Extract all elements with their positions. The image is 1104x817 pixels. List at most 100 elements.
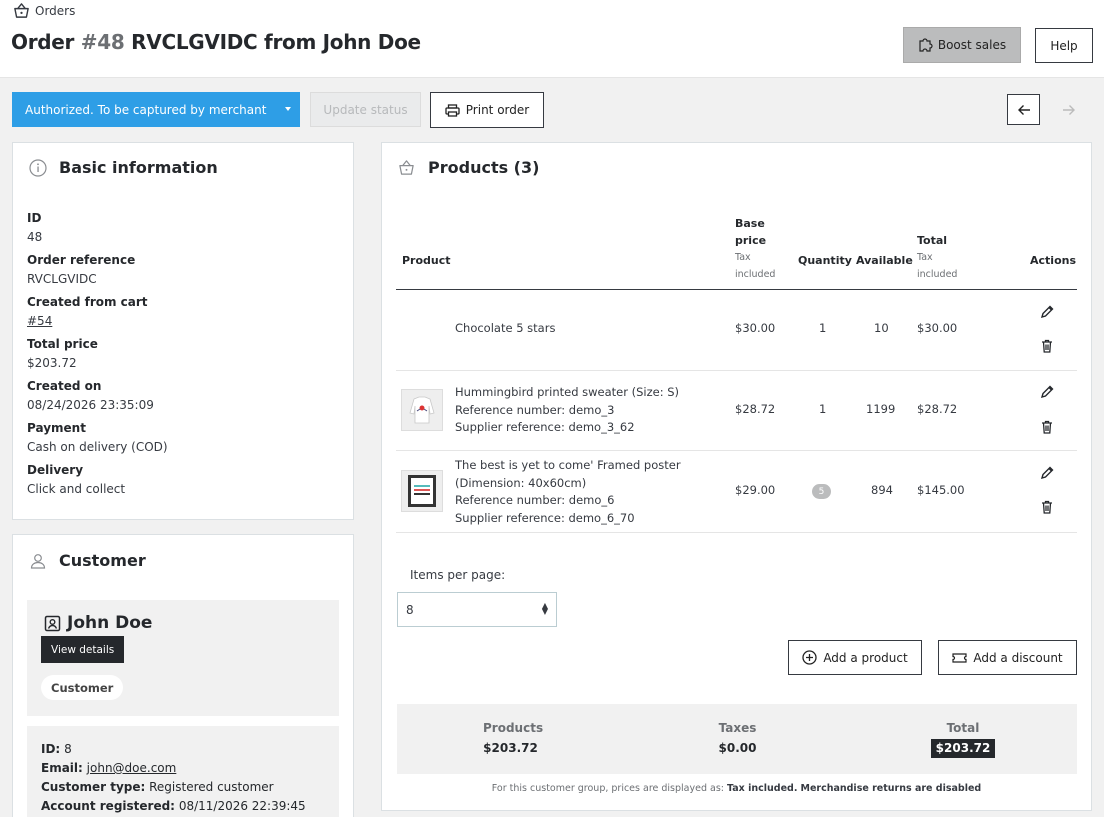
- product-name-line: Hummingbird printed sweater (Size: S): [455, 385, 680, 399]
- col-available: Available: [856, 254, 913, 267]
- col-total-line1: Total: [917, 234, 948, 247]
- ticket-icon: [952, 652, 967, 663]
- col-base-price-sub2: included: [735, 269, 776, 280]
- info-value-reference: RVCLGVIDC: [27, 272, 97, 286]
- add-discount-label: Add a discount: [973, 650, 1063, 665]
- info-label-delivery: Delivery: [27, 463, 84, 477]
- product-name: Chocolate 5 stars: [455, 321, 556, 335]
- print-order-label: Print order: [465, 103, 530, 117]
- basket-icon: [14, 3, 29, 18]
- info-label-cart: Created from cart: [27, 295, 148, 309]
- product-thumbnail-sweater: [401, 389, 443, 431]
- customer-type-value: Registered customer: [149, 780, 274, 794]
- customer-registered-line: Account registered: 08/11/2026 22:39:45: [41, 797, 325, 816]
- customer-id-value: 8: [64, 742, 72, 756]
- info-value-total: $203.72: [27, 356, 77, 370]
- product-total: $30.00: [917, 321, 958, 335]
- items-per-page-select[interactable]: 8 ▲ ▼: [397, 592, 557, 627]
- view-details-button[interactable]: View details: [41, 636, 125, 663]
- price-display-note: For this customer group, prices are disp…: [491, 783, 982, 794]
- info-icon: [29, 158, 47, 177]
- print-order-button[interactable]: Print order: [430, 92, 544, 128]
- customer-registered-value: 08/11/2026 22:39:45: [178, 799, 306, 813]
- info-label-id: ID: [27, 211, 42, 225]
- customer-type-line: Customer type: Registered customer: [41, 778, 325, 797]
- col-actions: Actions: [1030, 254, 1076, 267]
- contact-card-icon: [44, 615, 61, 631]
- order-totals: Products $203.72 Taxes $0.00 Total $203.…: [397, 704, 1077, 774]
- totals-total-value: $203.72: [930, 739, 996, 758]
- col-product: Product: [402, 254, 451, 267]
- totals-total: Total $203.72: [930, 720, 996, 758]
- customer-heading: Customer: [59, 551, 146, 570]
- cart-link[interactable]: #54: [27, 312, 168, 331]
- customer-email-label: Email:: [41, 761, 83, 775]
- page-title: Order #48 RVCLGVIDC from John Doe: [11, 30, 421, 54]
- footnote-returns: Merchandise returns are disabled: [800, 783, 982, 794]
- col-quantity: Quantity: [798, 254, 852, 267]
- products-card: Products (3) Product Base price Tax incl…: [381, 142, 1092, 811]
- order-status-select[interactable]: Authorized. To be captured by merchant: [12, 92, 300, 127]
- col-base-price-line2: price: [735, 234, 767, 247]
- table-header-divider: [396, 289, 1077, 290]
- delete-trash-icon[interactable]: [1039, 338, 1055, 354]
- product-total: $145.00: [917, 483, 965, 497]
- previous-order-button[interactable]: [1007, 94, 1040, 125]
- info-value-id: 48: [27, 230, 43, 244]
- help-label: Help: [1050, 38, 1078, 53]
- breadcrumb[interactable]: Orders: [12, 2, 75, 19]
- edit-pencil-icon[interactable]: [1039, 304, 1055, 320]
- customer-id-line: ID: 8: [41, 740, 325, 759]
- customer-type-label: Customer type:: [41, 780, 146, 794]
- info-value-payment: Cash on delivery (COD): [27, 440, 168, 454]
- title-rest: RVCLGVIDC from John Doe: [131, 30, 421, 54]
- footnote-tax: Tax included: [727, 783, 794, 794]
- info-label-total: Total price: [27, 337, 98, 351]
- customer-email-link[interactable]: john@doe.com: [87, 761, 177, 775]
- plus-circle-icon: [802, 650, 817, 665]
- products-title: Products (3): [397, 158, 539, 177]
- update-status-label: Update status: [323, 102, 408, 117]
- product-reference: Reference number: demo_6: [455, 493, 615, 507]
- arrow-right-icon: [1063, 104, 1075, 115]
- add-discount-button[interactable]: Add a discount: [938, 640, 1077, 675]
- update-status-button[interactable]: Update status: [310, 92, 421, 127]
- totals-taxes-label: Taxes: [718, 721, 757, 735]
- next-order-button[interactable]: [1055, 94, 1083, 125]
- info-value-created: 08/24/2026 23:35:09: [27, 398, 154, 412]
- help-button[interactable]: Help: [1035, 28, 1093, 63]
- basket-icon: [399, 160, 414, 175]
- add-product-button[interactable]: Add a product: [788, 640, 922, 675]
- row-divider: [396, 450, 1077, 451]
- info-label-reference: Order reference: [27, 253, 136, 267]
- product-available: 10: [874, 321, 889, 335]
- order-info-list: ID 48 Order reference RVCLGVIDC Created fr…: [27, 209, 168, 503]
- product-name-line: The best is yet to come' Framed poster: [455, 458, 681, 472]
- customer-summary: John Doe View details Customer: [27, 600, 339, 716]
- customer-name: John Doe: [44, 613, 152, 633]
- puzzle-icon: [919, 38, 933, 52]
- product-supplier-reference: Supplier reference: demo_3_62: [455, 420, 635, 434]
- products-heading: Products (3): [428, 158, 540, 177]
- boost-sales-label: Boost sales: [937, 38, 1007, 52]
- breadcrumb-orders[interactable]: Orders: [35, 4, 75, 18]
- col-total-sub1: Tax: [917, 252, 933, 263]
- product-price: $29.00: [735, 483, 776, 497]
- add-product-label: Add a product: [823, 650, 908, 665]
- product-supplier-reference: Supplier reference: demo_6_70: [455, 510, 635, 525]
- info-value-delivery: Click and collect: [27, 482, 126, 496]
- page-header: Orders Order #48 RVCLGVIDC from John Doe…: [0, 0, 1104, 78]
- boost-sales-button[interactable]: Boost sales: [903, 27, 1021, 63]
- order-status-value: Authorized. To be captured by merchant: [25, 102, 267, 117]
- totals-total-label: Total: [946, 721, 980, 735]
- edit-pencil-icon[interactable]: [1039, 465, 1055, 481]
- delete-trash-icon[interactable]: [1039, 499, 1055, 515]
- basic-information-card: Basic information ID 48 Order reference RV…: [12, 142, 354, 520]
- customer-details: ID: 8 Email: john@doe.com Customer type:…: [27, 726, 339, 817]
- totals-taxes: Taxes $0.00: [715, 720, 760, 759]
- customer-id-label: ID:: [41, 742, 61, 756]
- delete-trash-icon[interactable]: [1039, 419, 1055, 435]
- edit-pencil-icon[interactable]: [1039, 384, 1055, 400]
- caret-down-icon: [285, 107, 291, 111]
- poster-image: [408, 475, 436, 507]
